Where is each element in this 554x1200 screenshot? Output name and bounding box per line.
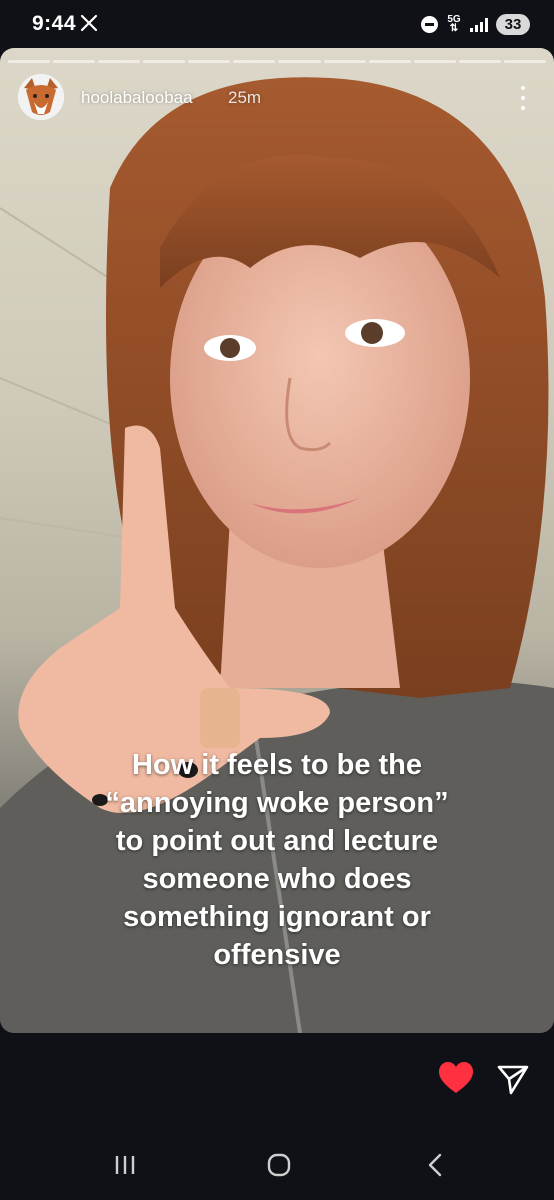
status-icons: 5G ⇅ 33 bbox=[421, 12, 530, 36]
more-options-icon[interactable] bbox=[520, 86, 526, 110]
avatar[interactable] bbox=[18, 74, 64, 120]
signal-icon bbox=[470, 17, 488, 32]
progress-segment bbox=[413, 60, 456, 63]
system-nav-bar bbox=[0, 1135, 554, 1195]
heart-icon[interactable] bbox=[437, 1060, 475, 1096]
fox-avatar-image bbox=[18, 74, 64, 120]
progress-segment bbox=[458, 60, 501, 63]
progress-segment bbox=[143, 60, 186, 63]
progress-segment bbox=[368, 60, 411, 63]
progress-segment bbox=[323, 60, 366, 63]
progress-segment bbox=[233, 60, 276, 63]
do-not-disturb-icon bbox=[421, 15, 438, 33]
story-timestamp: 25m bbox=[228, 88, 262, 107]
progress-segment bbox=[8, 60, 51, 63]
story-header: hoolabaloobaa 25m bbox=[18, 74, 538, 122]
instagram-story-screen: 9:44 5G ⇅ 33 hoolabaloobaa 25m How it fe… bbox=[0, 0, 554, 1200]
x-logo-icon bbox=[80, 14, 98, 32]
status-time: 9:44 bbox=[32, 12, 77, 35]
story-progress bbox=[8, 60, 546, 63]
progress-segment bbox=[98, 60, 141, 63]
story-card[interactable]: hoolabaloobaa 25m How it feels to be the… bbox=[0, 48, 554, 1033]
status-bar: 9:44 5G ⇅ 33 bbox=[0, 0, 554, 48]
battery-icon: 33 bbox=[496, 13, 530, 35]
home-icon[interactable] bbox=[266, 1152, 292, 1178]
back-icon[interactable] bbox=[424, 1152, 446, 1178]
story-caption: How it feels to be the “annoying woke pe… bbox=[105, 749, 449, 971]
send-icon[interactable] bbox=[496, 1062, 530, 1096]
username[interactable]: hoolabaloobaa bbox=[81, 88, 193, 108]
progress-segment bbox=[503, 60, 546, 63]
progress-segment bbox=[278, 60, 321, 63]
network-label: 5G bbox=[447, 14, 461, 25]
progress-segment bbox=[53, 60, 96, 63]
progress-segment bbox=[188, 60, 231, 63]
5g-icon: 5G ⇅ bbox=[447, 14, 461, 34]
recent-apps-icon[interactable] bbox=[112, 1153, 138, 1177]
